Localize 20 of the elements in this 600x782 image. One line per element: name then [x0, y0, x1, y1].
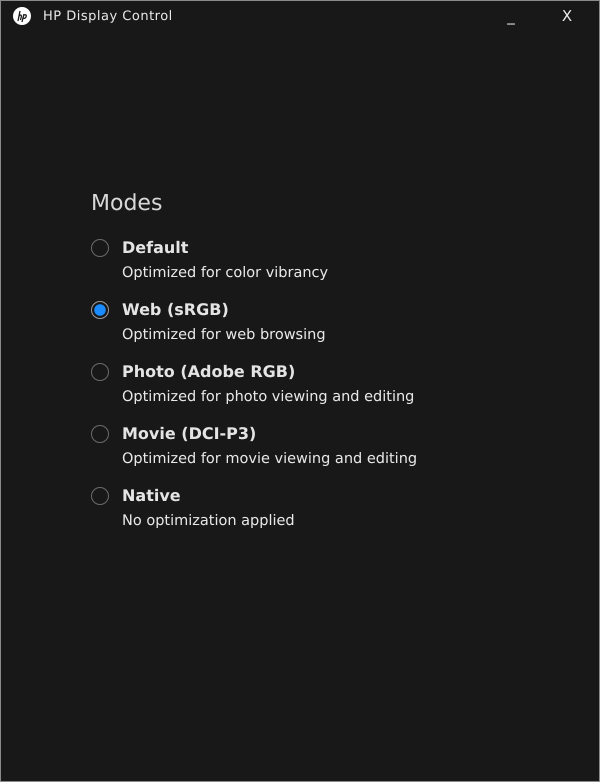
close-button[interactable]: X — [545, 3, 589, 29]
mode-label[interactable]: Photo (Adobe RGB) — [122, 362, 296, 381]
mode-description: Optimized for photo viewing and editing — [122, 389, 414, 405]
mode-label[interactable]: Native — [122, 486, 181, 505]
radio-button[interactable] — [91, 362, 109, 380]
radio-button[interactable] — [91, 424, 109, 442]
radio-button[interactable] — [91, 486, 109, 504]
logo-icon — [13, 7, 31, 25]
minimize-button[interactable]: _ — [489, 3, 533, 29]
mode-label[interactable]: Movie (DCI-P3) — [122, 424, 256, 443]
mode-description: Optimized for color vibrancy — [122, 265, 328, 281]
section-heading: Modes — [91, 191, 164, 216]
mode-label[interactable]: Default — [122, 238, 188, 257]
mode-description: No optimization applied — [122, 513, 295, 529]
mode-description: Optimized for web browsing — [122, 327, 326, 343]
radio-button[interactable] — [91, 238, 109, 256]
radio-button[interactable] — [91, 300, 109, 318]
window-title: HP Display Control — [43, 8, 174, 24]
mode-description: Optimized for movie viewing and editing — [122, 451, 418, 467]
mode-label[interactable]: Web (sRGB) — [122, 300, 229, 319]
